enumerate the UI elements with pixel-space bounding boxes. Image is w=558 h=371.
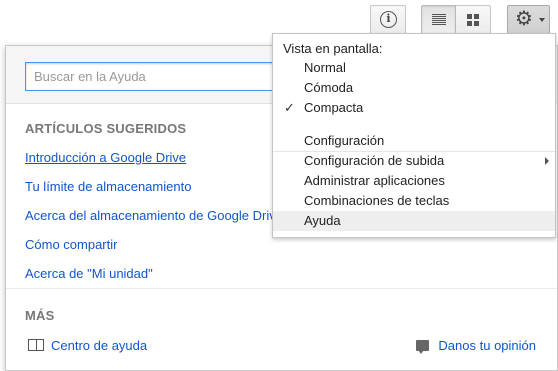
- menu-item-label: Cómoda: [304, 80, 354, 95]
- display-option-comfortable[interactable]: Cómoda: [273, 78, 555, 98]
- check-icon: ✓: [284, 100, 295, 115]
- menu-item-label: Configuración de subida: [304, 153, 445, 168]
- gear-icon: ⚙: [515, 8, 533, 30]
- info-icon: i: [380, 11, 397, 28]
- display-option-normal[interactable]: Normal: [273, 58, 555, 78]
- display-option-compact[interactable]: ✓ Compacta: [273, 98, 555, 118]
- feedback-icon: [416, 340, 430, 354]
- list-view-button[interactable]: [421, 5, 456, 34]
- display-density-header: Vista en pantalla:: [283, 41, 383, 56]
- feedback-label: Danos tu opinión: [438, 338, 536, 353]
- settings-button[interactable]: ⚙: [507, 5, 550, 34]
- article-link-drive-storage[interactable]: Acerca del almacenamiento de Google Driv…: [25, 208, 283, 223]
- menu-item-help[interactable]: Ayuda: [273, 211, 555, 231]
- menu-item-label: Administrar aplicaciones: [304, 173, 445, 188]
- list-view-icon: [432, 14, 446, 25]
- article-link-intro-drive[interactable]: Introducción a Google Drive: [25, 150, 186, 165]
- chevron-right-icon: [545, 157, 549, 165]
- chevron-down-icon: [539, 18, 545, 22]
- settings-menu: Vista en pantalla: Normal Cómoda ✓ Compa…: [272, 33, 556, 238]
- feedback-link[interactable]: Danos tu opinión: [416, 338, 536, 354]
- article-link-my-drive[interactable]: Acerca de "Mi unidad": [25, 266, 153, 281]
- article-link-storage-limit[interactable]: Tu límite de almacenamiento: [25, 179, 191, 194]
- menu-item-label: Compacta: [304, 100, 364, 115]
- details-button[interactable]: i: [370, 5, 406, 34]
- help-center-label: Centro de ayuda: [51, 338, 148, 353]
- menu-item-label: Configuración: [304, 133, 385, 148]
- suggested-articles-heading: ARTÍCULOS SUGERIDOS: [25, 121, 187, 136]
- grid-view-button[interactable]: [456, 5, 491, 34]
- menu-item-settings[interactable]: Configuración: [273, 131, 555, 151]
- menu-item-label: Combinaciones de teclas: [304, 193, 450, 208]
- help-center-link[interactable]: Centro de ayuda: [28, 338, 147, 353]
- menu-item-label: Normal: [304, 60, 346, 75]
- help-section-divider: [6, 288, 557, 289]
- menu-item-keyboard-shortcuts[interactable]: Combinaciones de teclas: [273, 191, 555, 211]
- menu-item-upload-settings[interactable]: Configuración de subida: [273, 151, 555, 171]
- more-heading: MÁS: [25, 308, 55, 323]
- menu-item-label: Ayuda: [304, 213, 341, 228]
- article-link-how-to-share[interactable]: Cómo compartir: [25, 237, 117, 252]
- book-icon: [28, 339, 44, 351]
- menu-item-manage-apps[interactable]: Administrar aplicaciones: [273, 171, 555, 191]
